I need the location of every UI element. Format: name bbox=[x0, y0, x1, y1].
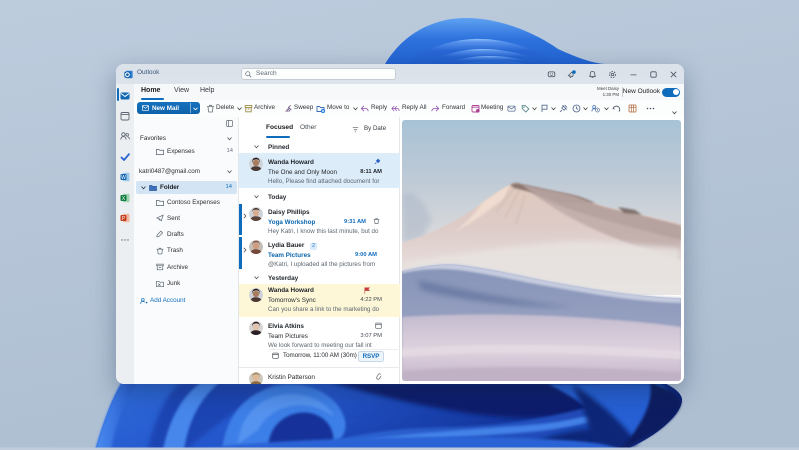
svg-text:W: W bbox=[121, 175, 126, 181]
